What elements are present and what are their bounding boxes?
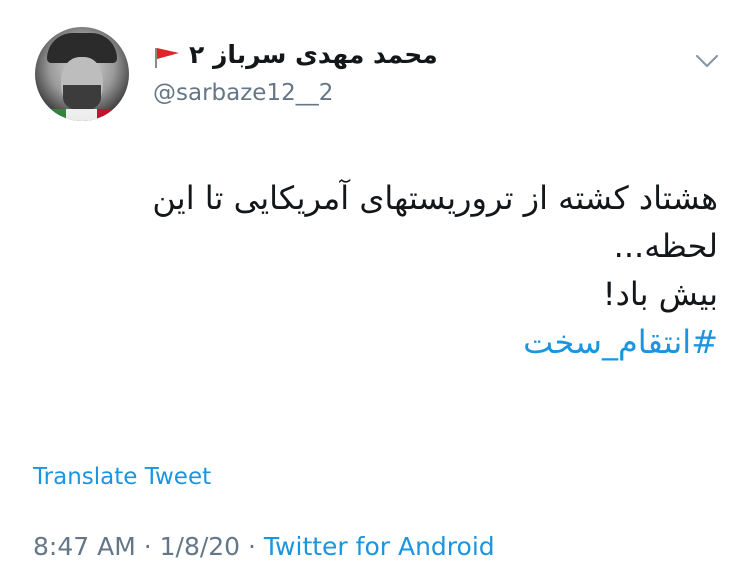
tweet-line: هشتاد کشته از تروریستهای آمریکایی تا این xyxy=(152,179,718,217)
meta-separator: · xyxy=(240,532,264,561)
author-handle[interactable]: @sarbaze12__2 xyxy=(153,80,333,106)
tweet-date: 1/8/20 xyxy=(159,532,241,561)
chevron-down-icon[interactable] xyxy=(694,52,720,70)
avatar-beard xyxy=(63,85,101,111)
author-name-row[interactable]: محمد مهدی سرباز ۲ xyxy=(153,40,453,74)
hashtag-link[interactable]: #انتقام_سخت xyxy=(28,318,718,366)
avatar[interactable] xyxy=(35,27,129,121)
tweet-line: لحظه... xyxy=(613,227,718,265)
red-flag-icon xyxy=(155,48,179,68)
tweet-line: بیش باد! xyxy=(602,275,718,313)
translate-tweet-link[interactable]: Translate Tweet xyxy=(33,464,211,490)
meta-separator: · xyxy=(135,532,160,561)
tweet-meta: 8:47 AM · 1/8/20 · Twitter for Android xyxy=(33,532,495,561)
tweet-text: هشتاد کشته از تروریستهای آمریکایی تا این… xyxy=(28,174,718,366)
tweet-time: 8:47 AM xyxy=(33,532,136,561)
tweet-source-link[interactable]: Twitter for Android xyxy=(264,532,495,561)
avatar-flag-band xyxy=(35,109,129,121)
author-display-name[interactable]: محمد مهدی سرباز ۲ xyxy=(189,40,438,69)
